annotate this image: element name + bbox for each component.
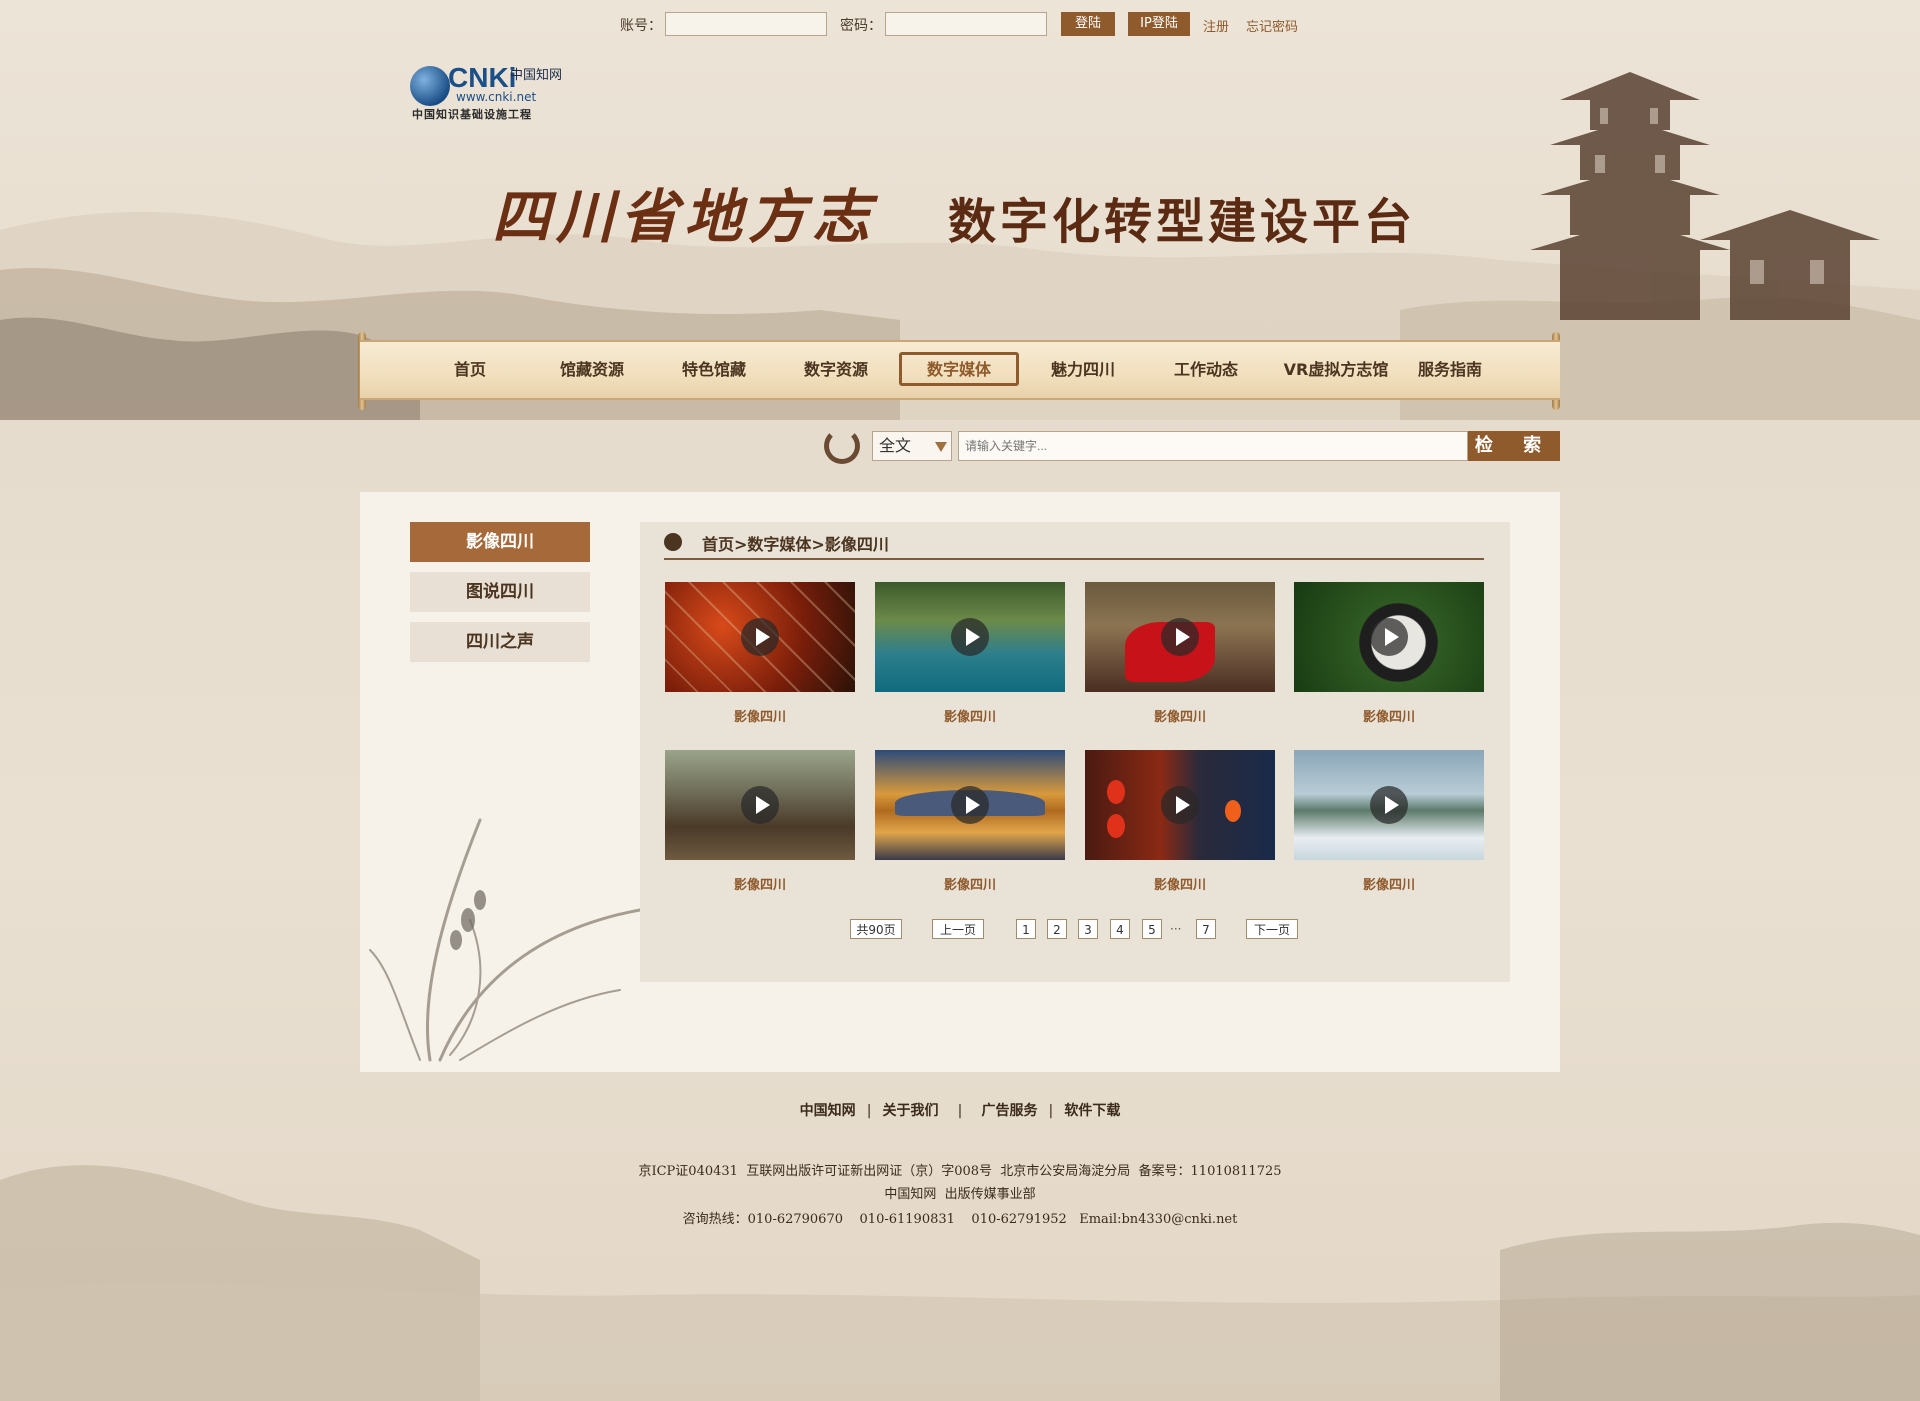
footer-separator: | — [1048, 1103, 1054, 1119]
breadcrumb-divider — [664, 558, 1484, 560]
footer-org: 中国知网 出版传媒事业部 — [884, 1187, 1036, 1202]
logo-url: www.cnki.net — [456, 90, 537, 104]
login-button[interactable]: 登陆 — [1061, 12, 1115, 36]
pagination-page[interactable]: 4 — [1110, 919, 1130, 939]
play-icon[interactable] — [741, 786, 779, 824]
play-icon[interactable] — [1370, 618, 1408, 656]
pagination-total: 共90页 — [850, 919, 902, 939]
play-icon[interactable] — [951, 618, 989, 656]
video-caption[interactable]: 影像四川 — [665, 874, 855, 893]
account-input[interactable] — [665, 12, 827, 36]
play-icon[interactable] — [1161, 618, 1199, 656]
lantern-shape — [1225, 800, 1241, 822]
search-swirl-icon — [824, 428, 860, 464]
search-button[interactable]: 检 索 — [1468, 431, 1560, 461]
video-caption[interactable]: 影像四川 — [1085, 706, 1275, 725]
footer-separator: | — [957, 1103, 963, 1119]
footer-link-cnki[interactable]: 中国知网 — [800, 1103, 856, 1119]
play-icon[interactable] — [951, 786, 989, 824]
video-thumbnail[interactable] — [665, 750, 855, 860]
dropdown-arrow-icon — [935, 442, 947, 452]
video-caption[interactable]: 影像四川 — [875, 706, 1065, 725]
nav-item-service-guide[interactable]: 服务指南 — [1395, 342, 1505, 398]
forgot-password-link[interactable]: 忘记密码 — [1246, 16, 1298, 35]
globe-icon — [410, 66, 450, 106]
banner-title-sub: 数字化转型建设平台 — [948, 194, 1417, 250]
breadcrumb-icon — [664, 533, 682, 551]
search-input[interactable] — [958, 431, 1468, 461]
ip-login-button[interactable]: IP登陆 — [1128, 12, 1190, 36]
footer-link-about[interactable]: 关于我们 — [883, 1103, 939, 1119]
pagination-page[interactable]: 1 — [1016, 919, 1036, 939]
register-link[interactable]: 注册 — [1203, 16, 1229, 35]
nav-item-digital-resources[interactable]: 数字资源 — [781, 342, 891, 398]
footer-link-download[interactable]: 软件下载 — [1064, 1103, 1120, 1119]
nav-item-work-news[interactable]: 工作动态 — [1151, 342, 1261, 398]
nav-item-home[interactable]: 首页 — [415, 342, 525, 398]
password-input[interactable] — [885, 12, 1047, 36]
nav-item-featured[interactable]: 特色馆藏 — [659, 342, 769, 398]
main-nav: 首页 馆藏资源 特色馆藏 数字资源 数字媒体 魅力四川 工作动态 VR虚拟方志馆… — [360, 340, 1560, 400]
video-thumbnail[interactable] — [1085, 750, 1275, 860]
video-thumbnail[interactable] — [875, 750, 1065, 860]
footer-icp: 京ICP证040431 互联网出版许可证新出网证（京）字008号 北京市公安局海… — [638, 1164, 1282, 1179]
video-thumbnail[interactable] — [1294, 582, 1484, 692]
pagination-page[interactable]: 5 — [1142, 919, 1162, 939]
video-caption[interactable]: 影像四川 — [1294, 706, 1484, 725]
video-thumbnail[interactable] — [875, 582, 1065, 692]
video-thumbnail[interactable] — [1085, 582, 1275, 692]
footer-links: 中国知网 | 关于我们 | 广告服务 | 软件下载 — [0, 1100, 1920, 1120]
video-caption[interactable]: 影像四川 — [665, 706, 855, 725]
logo-brand-cn: 中国知网 — [510, 68, 563, 83]
nav-item-digital-media[interactable]: 数字媒体 — [904, 342, 1014, 398]
orchid-decoration — [369, 818, 642, 1062]
nav-item-vr-museum[interactable]: VR虚拟方志馆 — [1266, 342, 1406, 398]
video-caption[interactable]: 影像四川 — [1085, 874, 1275, 893]
footer-contact: 咨询热线：010-62790670 010-61190831 010-62791… — [682, 1212, 1238, 1227]
nav-item-charm-sichuan[interactable]: 魅力四川 — [1028, 342, 1138, 398]
footer-separator: | — [866, 1103, 872, 1119]
banner-title-main: 四川省地方志 — [492, 183, 877, 251]
account-label: 账号： — [620, 18, 662, 34]
nav-item-collections[interactable]: 馆藏资源 — [537, 342, 647, 398]
breadcrumb: 首页>数字媒体>影像四川 — [702, 535, 889, 554]
video-caption[interactable]: 影像四川 — [1294, 874, 1484, 893]
play-icon[interactable] — [1370, 786, 1408, 824]
cnki-logo[interactable]: CNKi 中国知网 www.cnki.net 中国知识基础设施工程 — [410, 60, 570, 122]
pagination-next[interactable]: 下一页 — [1246, 919, 1298, 939]
pagination-ellipsis: ··· — [1170, 922, 1182, 936]
play-icon[interactable] — [741, 618, 779, 656]
video-thumbnail[interactable] — [1294, 750, 1484, 860]
search-scope-value: 全文 — [879, 436, 912, 455]
lantern-shape — [1107, 814, 1125, 838]
video-caption[interactable]: 影像四川 — [875, 874, 1065, 893]
search-scope-select[interactable]: 全文 — [872, 431, 952, 461]
sidebar-item-graphic-sichuan[interactable]: 图说四川 — [410, 572, 590, 612]
pagination-page[interactable]: 2 — [1047, 919, 1067, 939]
pagination-page[interactable]: 3 — [1078, 919, 1098, 939]
lantern-shape — [1107, 780, 1125, 804]
sidebar-item-image-sichuan[interactable]: 影像四川 — [410, 522, 590, 562]
pagination-prev[interactable]: 上一页 — [932, 919, 984, 939]
pagination-last-page[interactable]: 7 — [1196, 919, 1216, 939]
logo-subtitle: 中国知识基础设施工程 — [412, 108, 532, 121]
sidebar-item-voice-sichuan[interactable]: 四川之声 — [410, 622, 590, 662]
pagoda-illustration — [1530, 72, 1880, 320]
footer-link-ads[interactable]: 广告服务 — [981, 1103, 1037, 1119]
video-thumbnail[interactable] — [665, 582, 855, 692]
password-label: 密码： — [840, 18, 882, 34]
play-icon[interactable] — [1161, 786, 1199, 824]
